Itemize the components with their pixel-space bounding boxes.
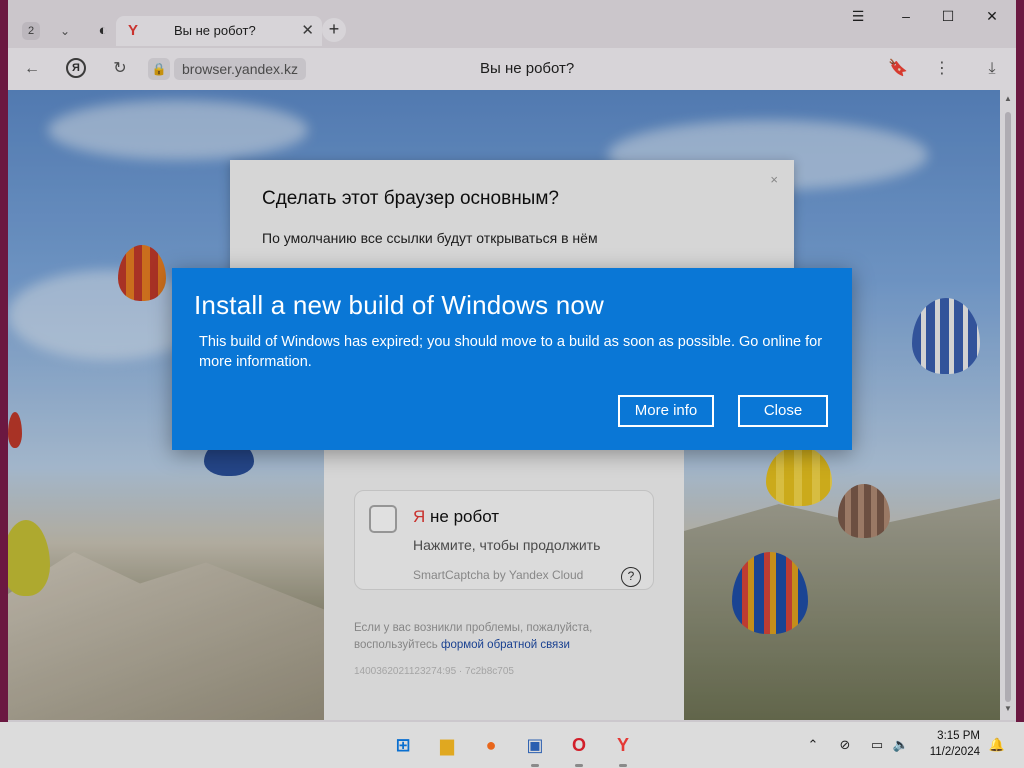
vertical-scrollbar[interactable]: ▲ ▼ [1000,90,1016,720]
minimize-icon[interactable]: – [896,8,916,24]
captcha-subtitle: Нажмите, чтобы продолжить [413,537,601,553]
close-prompt-icon[interactable]: × [770,172,778,187]
close-button[interactable]: Close [738,395,828,427]
captcha-request-id: 1400362021123274:95 · 7c2b8c705 [354,666,514,677]
lock-icon[interactable]: 🔒 [148,58,170,80]
yandex-favicon-icon: Y [128,22,139,39]
clock-date: 11/2/2024 [929,746,980,758]
yandex-browser-icon[interactable]: Y [610,732,636,758]
loading-spinner-icon: ◐ [98,22,108,39]
app-window-icon[interactable]: ▣ [522,732,548,758]
notification-bell-icon[interactable]: 🔔 [988,736,1006,754]
captcha-title-rest: не робот [425,507,500,526]
close-window-icon[interactable]: ✕ [982,8,1002,25]
captcha-checkbox[interactable] [369,505,397,533]
captcha-widget[interactable]: Я не робот Нажмите, чтобы продолжить Sma… [354,490,654,590]
clock-time: 3:15 PM [937,730,980,742]
hot-air-balloon [8,412,22,448]
captcha-panel: Я не робот Нажмите, чтобы продолжить Sma… [324,440,684,720]
taskbar-clock[interactable]: 3:15 PM 11/2/2024 [930,728,980,760]
tab-title: Вы не робот? [174,23,256,38]
bookmark-icon[interactable]: 🔖 [886,57,910,81]
scroll-down-icon[interactable]: ▼ [1002,704,1014,716]
background-hills [8,552,338,720]
running-indicator [575,764,583,767]
taskbar: ⊞ ▆ ● ▣ O Y ⌃ ⊘ ▭ 🔈 3:15 PM 11/2/2024 🔔 [0,722,1024,768]
help-icon[interactable]: ? [621,567,641,587]
background-cloud [48,100,308,160]
feedback-form-link[interactable]: формой обратной связи [441,639,570,651]
tab-bar: 2 ⌄ ◐ Y Вы не робот? ✕ + ☰ – ☐ ✕ [8,0,1016,48]
close-tab-icon[interactable]: ✕ [301,21,314,39]
maximize-icon[interactable]: ☐ [938,8,958,25]
hot-air-balloon [912,298,980,374]
scroll-thumb[interactable] [1005,112,1011,702]
tab-count-badge[interactable]: 2 [22,22,40,40]
more-info-button[interactable]: More info [618,395,714,427]
back-arrow-icon[interactable]: ← [20,57,44,81]
display-icon[interactable]: ▭ [868,736,886,754]
reload-icon[interactable]: ↻ [108,57,132,81]
captcha-help-note: Если у вас возникли проблемы, пожалуйста… [354,620,624,654]
chevron-up-icon[interactable]: ⌃ [804,736,822,754]
download-icon[interactable]: ⤓ [980,57,1004,81]
dialog-title: Install a new build of Windows now [194,290,605,320]
url-field[interactable]: browser.yandex.kz [174,58,306,80]
chevron-down-icon[interactable]: ⌄ [54,20,76,42]
more-options-icon[interactable]: ⋮ [930,57,954,81]
running-indicator [531,764,539,767]
captcha-title-brand: Я [413,507,426,526]
tab-active[interactable]: Y Вы не робот? ✕ [116,16,322,46]
hot-air-balloon [766,446,832,506]
hot-air-balloon [8,520,50,596]
captcha-brand-label: SmartCaptcha by Yandex Cloud [413,568,584,582]
windows-expiry-dialog: Install a new build of Windows now This … [172,268,852,450]
scroll-up-icon[interactable]: ▲ [1002,94,1014,106]
dialog-message: This build of Windows has expired; you s… [199,334,823,370]
hot-air-balloon [118,245,166,301]
background-hills [684,498,1000,720]
captcha-title: Я не робот [413,507,499,527]
opera-icon[interactable]: O [566,732,592,758]
menu-icon[interactable]: ☰ [848,8,868,25]
page-title: Вы не робот? [480,60,575,77]
new-tab-button[interactable]: + [322,18,346,42]
windows-start-icon[interactable]: ⊞ [390,732,416,758]
yandex-home-icon[interactable]: Я [66,58,86,78]
file-explorer-icon[interactable]: ▆ [434,732,460,758]
address-bar: ← Я ↻ 🔒 browser.yandex.kz Вы не робот? 🔖… [8,48,1016,90]
no-network-icon[interactable]: ⊘ [836,736,854,754]
prompt-text: По умолчанию все ссылки будут открыватьс… [262,230,598,246]
running-indicator [619,764,627,767]
volume-icon[interactable]: 🔈 [892,736,910,754]
firefox-icon[interactable]: ● [478,732,504,758]
hot-air-balloon [838,484,890,538]
prompt-title: Сделать этот браузер основным? [262,188,559,209]
